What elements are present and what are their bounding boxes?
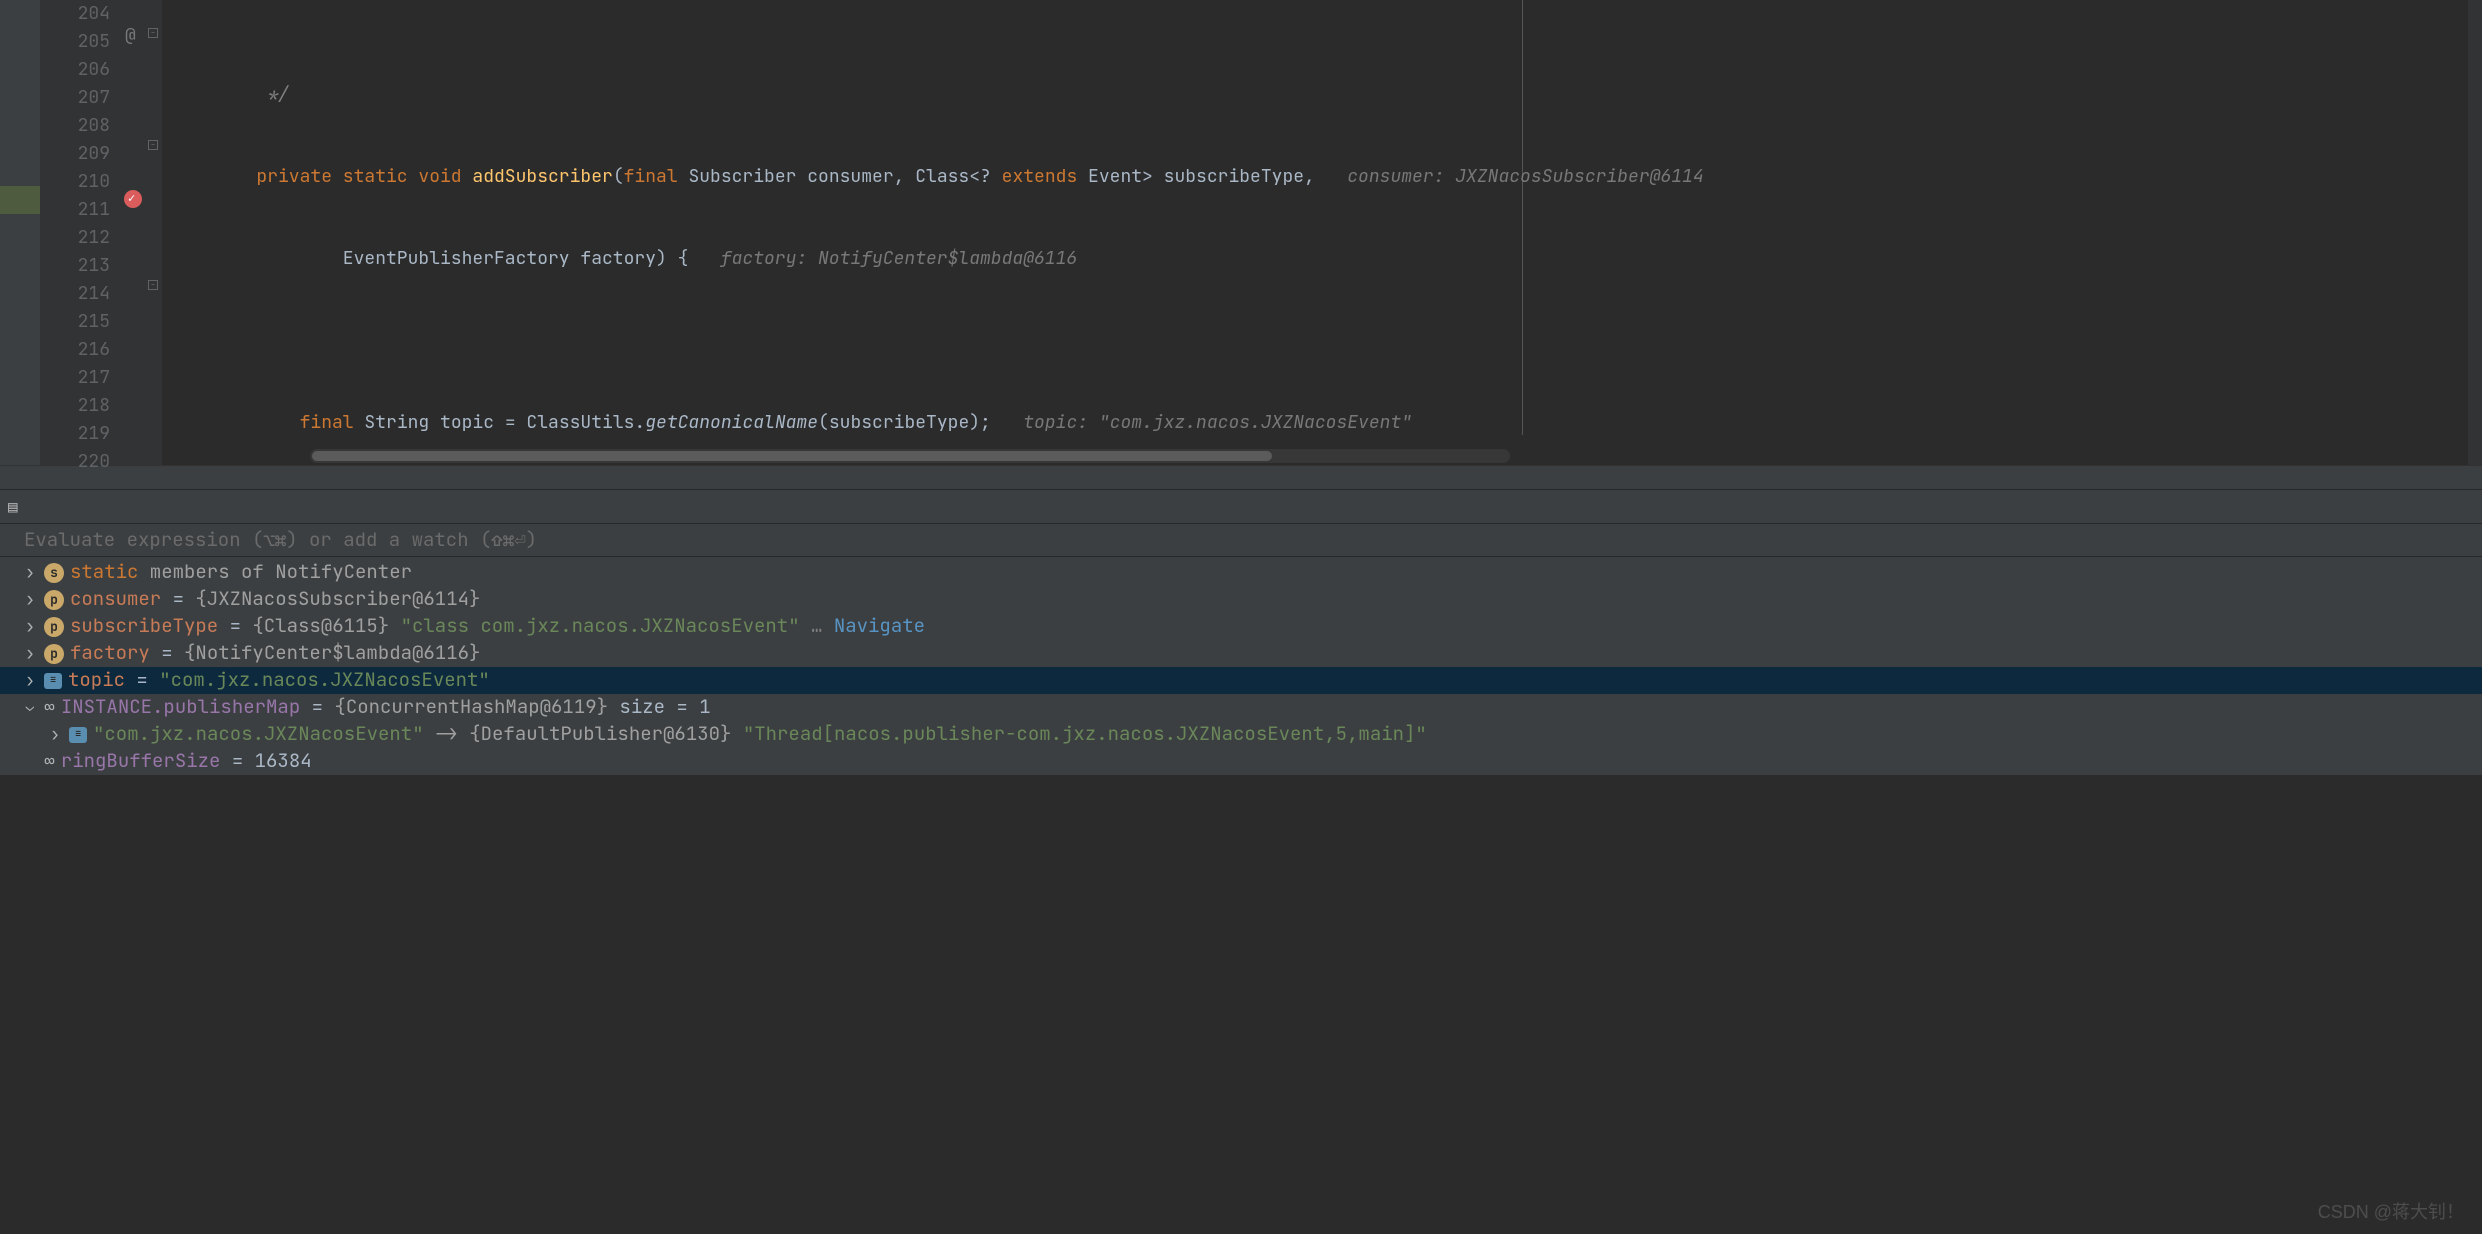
variable-row-subscribetype[interactable]: p subscribeType = {Class@6115} "class co…: [0, 613, 2482, 640]
line-number[interactable]: 210: [40, 168, 120, 196]
panel-separator[interactable]: [0, 465, 2482, 489]
line-number-gutter[interactable]: 204 205 206 207 208 209 210 211 212 213 …: [40, 0, 120, 465]
line-number[interactable]: 211: [40, 196, 120, 224]
collapse-arrow-icon[interactable]: [22, 697, 38, 718]
param-badge-icon: p: [44, 617, 64, 637]
expand-arrow-icon[interactable]: [22, 586, 38, 613]
line-number[interactable]: 217: [40, 364, 120, 392]
line-number[interactable]: 219: [40, 420, 120, 448]
evaluate-expression-input[interactable]: Evaluate expression (⌥⌘) or add a watch …: [0, 523, 2482, 557]
inline-hint: factory: NotifyCenter$lambda@6116: [688, 247, 1077, 270]
expand-arrow-icon[interactable]: [22, 640, 38, 667]
fold-toggle-icon[interactable]: [148, 280, 158, 290]
layout-icon[interactable]: ▤: [8, 495, 18, 519]
line-number[interactable]: 215: [40, 308, 120, 336]
scrollbar-thumb[interactable]: [312, 451, 1272, 461]
param-badge-icon: p: [44, 590, 64, 610]
field-badge-icon: ≡: [44, 673, 62, 689]
editor-bookmark-strip: [0, 0, 40, 465]
watch-icon: ∞: [44, 748, 55, 775]
expand-arrow-icon[interactable]: [47, 721, 63, 748]
variables-panel[interactable]: s static members of NotifyCenter p consu…: [0, 557, 2482, 775]
editor-right-strip: [2468, 0, 2482, 465]
variable-row-map-entry[interactable]: ≡ "com.jxz.nacos.JXZNacosEvent" -> {Defa…: [0, 721, 2482, 748]
field-badge-icon: ≡: [69, 727, 87, 743]
static-badge-icon: s: [44, 563, 64, 583]
code-area[interactable]: */ private static void addSubscriber(fin…: [162, 0, 2468, 465]
execution-point-marker: [0, 186, 40, 214]
variable-row-factory[interactable]: p factory = {NotifyCenter$lambda@6116}: [0, 640, 2482, 667]
variable-row-static[interactable]: s static members of NotifyCenter: [0, 559, 2482, 586]
debug-toolbar: ▤: [0, 489, 2482, 523]
right-margin-line: [1522, 0, 1523, 435]
fold-toggle-icon[interactable]: [148, 28, 158, 38]
line-number[interactable]: 208: [40, 112, 120, 140]
navigate-link[interactable]: Navigate: [834, 613, 925, 638]
inline-hint: topic: "com.jxz.nacos.JXZNacosEvent": [991, 411, 1412, 434]
line-number[interactable]: 204: [40, 0, 120, 28]
breakpoint-icon[interactable]: [124, 190, 142, 208]
line-number[interactable]: 212: [40, 224, 120, 252]
fold-toggle-icon[interactable]: [148, 140, 158, 150]
breakpoint-gutter[interactable]: @: [120, 0, 148, 465]
line-number[interactable]: 220: [40, 448, 120, 476]
horizontal-scrollbar[interactable]: [310, 449, 1510, 463]
line-number[interactable]: 218: [40, 392, 120, 420]
variable-row-publishermap[interactable]: ∞ INSTANCE.publisherMap = {ConcurrentHas…: [0, 694, 2482, 721]
expand-arrow-icon[interactable]: [22, 559, 38, 586]
watch-icon: ∞: [44, 694, 55, 721]
line-number[interactable]: 207: [40, 84, 120, 112]
line-number[interactable]: 213: [40, 252, 120, 280]
variable-row-consumer[interactable]: p consumer = {JXZNacosSubscriber@6114}: [0, 586, 2482, 613]
watch-placeholder: Evaluate expression (⌥⌘) or add a watch …: [24, 526, 537, 555]
expand-arrow-icon[interactable]: [22, 613, 38, 640]
annotation-marker-icon: @: [125, 22, 136, 49]
line-number[interactable]: 214: [40, 280, 120, 308]
line-number[interactable]: 209: [40, 140, 120, 168]
code-text: */: [170, 83, 289, 106]
watermark-text: CSDN @蒋大钊！: [2318, 1199, 2464, 1226]
line-number[interactable]: 216: [40, 336, 120, 364]
variable-row-ringbuffersize[interactable]: ∞ ringBufferSize = 16384: [0, 748, 2482, 775]
line-number[interactable]: 206: [40, 56, 120, 84]
param-badge-icon: p: [44, 644, 64, 664]
inline-hint: consumer: JXZNacosSubscriber@6114: [1315, 165, 1704, 188]
fold-gutter[interactable]: [148, 0, 162, 465]
line-number[interactable]: 205: [40, 28, 120, 56]
variable-row-topic[interactable]: ≡ topic = "com.jxz.nacos.JXZNacosEvent": [0, 667, 2482, 694]
code-editor[interactable]: 204 205 206 207 208 209 210 211 212 213 …: [0, 0, 2482, 465]
expand-arrow-icon[interactable]: [22, 667, 38, 694]
